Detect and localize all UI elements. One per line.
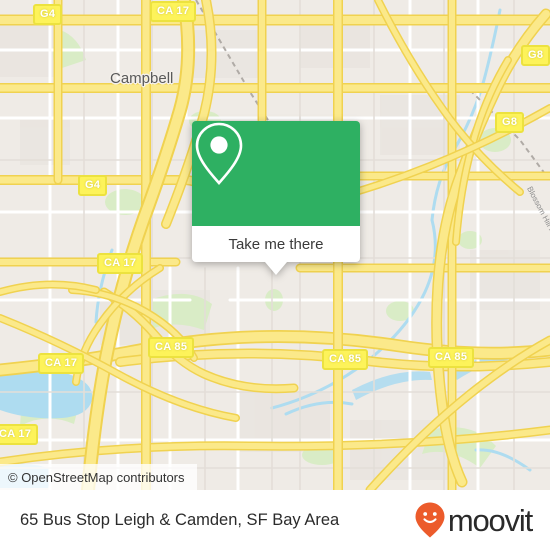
footer-bar: 65 Bus Stop Leigh & Camden, SF Bay Area … [0, 490, 550, 550]
page-title: 65 Bus Stop Leigh & Camden, SF Bay Area [20, 510, 340, 529]
popup-header [192, 121, 360, 226]
highway-shield[interactable]: G4 [78, 175, 108, 196]
highway-shield[interactable]: CA 85 [148, 337, 195, 358]
take-me-there-label: Take me there [228, 235, 324, 253]
moovit-wordmark: moovit [447, 502, 533, 538]
highway-shield[interactable]: G8 [495, 112, 525, 133]
take-me-there-button[interactable]: Take me there [192, 226, 360, 262]
map-pin-icon [195, 122, 243, 185]
moovit-smiley-pin-icon [415, 502, 445, 538]
highway-shield[interactable]: CA 17 [38, 353, 85, 374]
map-screenshot: .wtr{fill:#aedcf0} .prk{fill:#d9ecc6} .b… [0, 0, 550, 550]
highway-shield[interactable]: CA 17 [97, 253, 144, 274]
popup-tail [265, 262, 287, 275]
location-popup[interactable]: Take me there [192, 121, 360, 275]
attribution-bar: © OpenStreetMap contributors [0, 464, 197, 490]
attribution-text: © OpenStreetMap contributors [8, 469, 185, 485]
highway-shield[interactable]: G8 [521, 45, 550, 66]
city-label-campbell: Campbell [110, 70, 174, 87]
highway-shield[interactable]: CA 17 [0, 424, 39, 445]
highway-shield[interactable]: CA 85 [322, 349, 369, 370]
highway-shield[interactable]: G4 [33, 4, 63, 25]
moovit-logo[interactable]: moovit [414, 501, 533, 539]
highway-shield[interactable]: CA 85 [428, 347, 475, 368]
map-canvas[interactable]: .wtr{fill:#aedcf0} .prk{fill:#d9ecc6} .b… [0, 0, 550, 490]
highway-shield[interactable]: CA 17 [150, 1, 197, 22]
